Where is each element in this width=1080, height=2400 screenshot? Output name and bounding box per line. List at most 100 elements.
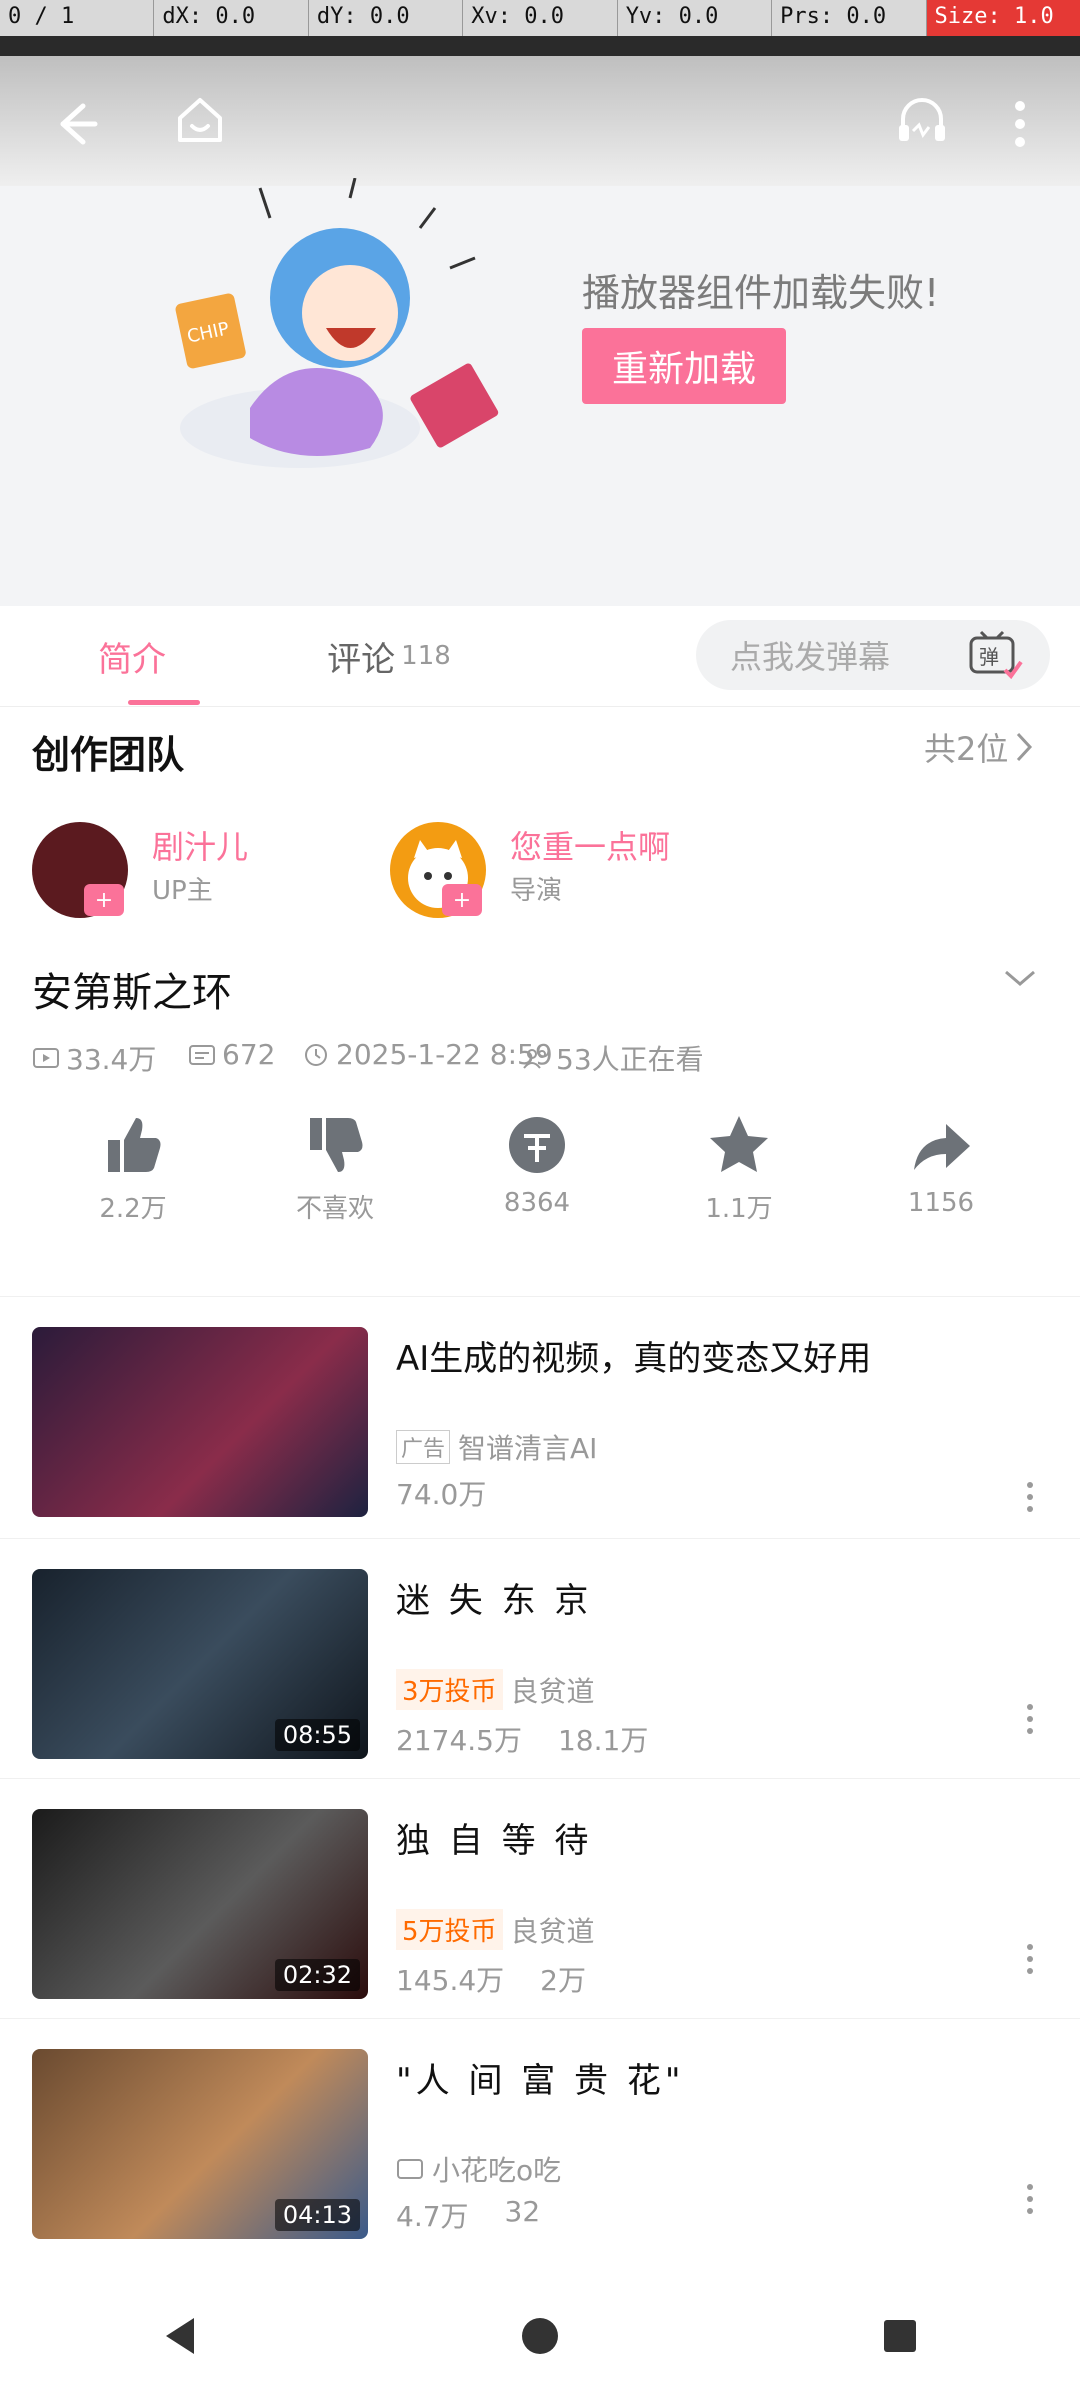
debug-pointer-count: 0 / 1: [0, 0, 155, 36]
video-danmaku-count: 672: [188, 1038, 275, 1071]
video-title: "人 间 富 贵 花": [396, 2061, 685, 2101]
top-navigation: [0, 56, 1080, 186]
video-stats: 74.0万: [396, 1473, 486, 1513]
video-thumbnail: 08:55: [32, 1569, 368, 1759]
up-icon: [397, 2159, 423, 2179]
recommended-video[interactable]: 04:13 "人 间 富 贵 花" 小花吃o吃 4.7万 32: [0, 2018, 1080, 2259]
creator-name: 您重一点啊: [510, 828, 671, 866]
video-stat-danmaku: 2万: [540, 1964, 586, 1997]
video-danmaku-value: 672: [222, 1038, 276, 1071]
video-thumbnail: [32, 1327, 368, 1517]
video-stat-danmaku: 18.1万: [557, 1724, 649, 1757]
follow-badge[interactable]: +: [442, 884, 482, 916]
recommended-video[interactable]: 02:32 独 自 等 待 5万投币 良贫道 145.4万 2万: [0, 1778, 1080, 2019]
debug-dx: dX: 0.0: [154, 0, 309, 36]
danmaku-input[interactable]: 点我发弹幕: [696, 620, 940, 690]
debug-xv: Xv: 0.0: [463, 0, 618, 36]
follow-badge[interactable]: +: [84, 884, 124, 916]
play-count-icon: [33, 1048, 59, 1068]
video-more-button[interactable]: [1010, 1689, 1050, 1749]
debug-size: Size: 1.0: [926, 0, 1080, 36]
comment-count: 118: [401, 641, 451, 671]
video-stat-views: 145.4万: [396, 1964, 505, 1997]
video-duration: 08:55: [274, 1719, 360, 1751]
recommended-video[interactable]: AI生成的视频，真的变态又好用 广告 智谱清言AI 74.0万: [0, 1296, 1080, 1537]
video-subline: 3万投币 良贫道: [396, 1669, 595, 1710]
video-stats: 4.7万 32: [396, 2195, 540, 2235]
video-author: 小花吃o吃: [432, 2154, 562, 2187]
favorite-button[interactable]: 1.1万: [638, 1110, 840, 1225]
share-icon: [914, 1124, 970, 1170]
video-watching-value: 53人正在看: [556, 1043, 704, 1076]
danmaku-count-icon: [189, 1044, 215, 1065]
share-count: 1156: [907, 1188, 975, 1218]
video-author: 良贫道: [510, 1914, 595, 1948]
tab-comments-label: 评论: [327, 639, 396, 680]
system-navigation-bar: [0, 2272, 1080, 2400]
more-options-button[interactable]: [980, 82, 1060, 166]
listen-mode-button[interactable]: [870, 66, 974, 174]
video-title: 迷 失 东 京: [396, 1581, 593, 1621]
video-views: 33.4万: [32, 1038, 156, 1078]
clock-icon: [305, 1043, 327, 1066]
video-subline: 小花吃o吃: [396, 2149, 561, 2189]
like-count: 2.2万: [99, 1194, 167, 1224]
coin-count: 8364: [503, 1188, 571, 1218]
creator-team-more[interactable]: 共2位: [924, 724, 1036, 770]
video-stat-danmaku: 32: [504, 2195, 541, 2228]
video-thumbnail: 02:32: [32, 1809, 368, 1999]
recommended-video[interactable]: 08:55 迷 失 东 京 3万投币 良贫道 2174.5万 18.1万: [0, 1538, 1080, 1779]
mascot-illustration: CHIP: [130, 177, 550, 490]
back-button[interactable]: [30, 84, 120, 164]
thumbs-down-icon: [310, 1118, 363, 1172]
danmaku-icon: 弹: [969, 630, 1023, 680]
video-views-value: 33.4万: [66, 1043, 157, 1076]
video-duration: 02:32: [274, 1959, 360, 1991]
debug-prs: Prs: 0.0: [772, 0, 927, 36]
creator-role: 导演: [510, 876, 563, 906]
dislike-label: 不喜欢: [295, 1194, 374, 1224]
danmaku-toggle-button[interactable]: 弹: [940, 620, 1050, 690]
expand-info-button[interactable]: [1000, 962, 1040, 998]
video-title: 独 自 等 待: [396, 1821, 593, 1861]
coin-button[interactable]: 8364: [436, 1110, 638, 1225]
nav-back-icon[interactable]: [156, 2312, 204, 2360]
nav-recents-icon[interactable]: [876, 2312, 924, 2360]
home-button[interactable]: [148, 66, 252, 174]
debug-dy: dY: 0.0: [309, 0, 464, 36]
danmaku-glyph: 弹: [979, 645, 999, 669]
dislike-button[interactable]: 不喜欢: [234, 1110, 436, 1225]
pointer-debug-bar: 0 / 1 dX: 0.0 dY: 0.0 Xv: 0.0 Yv: 0.0 Pr…: [0, 0, 1080, 36]
reload-button[interactable]: 重新加载: [582, 328, 786, 404]
tab-intro[interactable]: 简介: [0, 606, 264, 706]
video-stats: 2174.5万 18.1万: [396, 1719, 648, 1759]
creator-card[interactable]: + 您重一点啊 导演: [390, 822, 720, 926]
video-watching: 53人正在看: [522, 1038, 704, 1078]
video-stat-views: 2174.5万: [396, 1724, 522, 1757]
video-subline: 5万投币 良贫道: [396, 1909, 595, 1950]
action-row: 2.2万 不喜欢 8364 1.1万 1156: [32, 1110, 1048, 1225]
coin-icon: [509, 1117, 565, 1173]
ad-badge: 广告: [396, 1430, 451, 1464]
video-duration: 04:13: [274, 2199, 360, 2231]
viewers-icon: [523, 1049, 546, 1069]
creator-name: 剧汁儿: [152, 828, 249, 866]
video-more-button[interactable]: [1010, 1467, 1050, 1527]
video-thumbnail: 04:13: [32, 2049, 368, 2239]
nav-home-icon[interactable]: [516, 2312, 564, 2360]
active-tab-indicator: [128, 700, 200, 705]
player-error-text: 播放器组件加载失败!: [582, 271, 940, 315]
video-title[interactable]: 安第斯之环: [32, 960, 232, 1018]
video-more-button[interactable]: [1010, 1929, 1050, 1989]
video-subline: 广告 智谱清言AI: [396, 1427, 597, 1467]
video-author: 良贫道: [510, 1674, 595, 1708]
creator-card[interactable]: + 剧汁儿 UP主: [32, 822, 362, 926]
thumbs-up-icon: [108, 1118, 161, 1172]
video-more-button[interactable]: [1010, 2169, 1050, 2229]
video-date: 2025-1-22 8:59: [302, 1038, 553, 1071]
creator-role: UP主: [152, 876, 213, 906]
coin-badge: 3万投币: [396, 1669, 503, 1710]
like-button[interactable]: 2.2万: [32, 1110, 234, 1225]
share-button[interactable]: 1156: [840, 1110, 1042, 1225]
tab-comments[interactable]: 评论 118: [264, 606, 514, 706]
